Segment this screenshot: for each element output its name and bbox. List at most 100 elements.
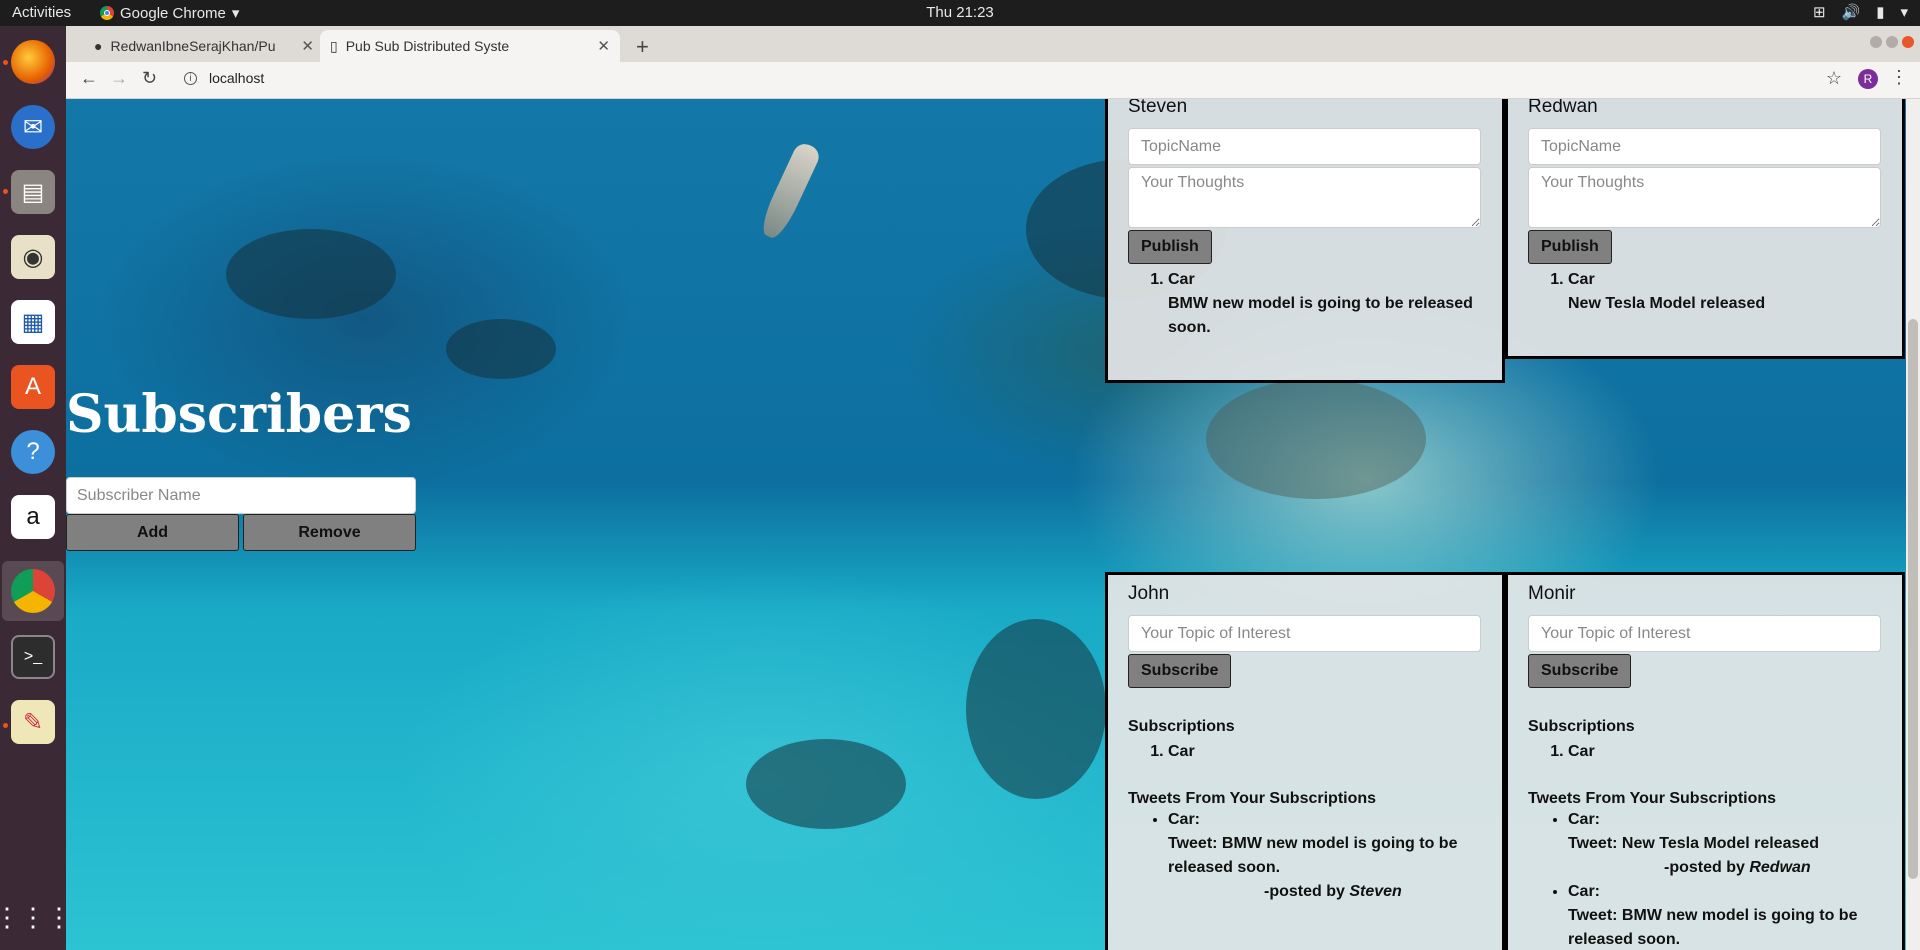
tweet-item: Car: Tweet: BMW new model is going to be… [1168, 808, 1482, 904]
close-tab-icon[interactable]: ✕ [301, 37, 314, 55]
info-icon[interactable]: i [184, 71, 197, 85]
maximize-icon[interactable] [1886, 36, 1898, 48]
files-icon[interactable]: ▤ [11, 170, 55, 214]
tweet-text: Tweet: BMW new model is going to be rele… [1168, 835, 1458, 876]
posted-by-prefix: -posted by [1264, 883, 1350, 900]
activities-button[interactable]: Activities [12, 4, 71, 21]
battery-icon[interactable]: ▮ [1876, 3, 1884, 21]
menu-kebab-icon[interactable]: ⋮ [1890, 67, 1908, 88]
page-viewport: Subscribers Add Remove Steven Publish Ca… [66, 99, 1920, 950]
help-icon[interactable]: ? [11, 430, 55, 474]
topic-name-input[interactable] [1528, 128, 1881, 165]
subscribers-title: Subscribers [66, 384, 412, 445]
tweet-text: Tweet: BMW new model is going to be rele… [1568, 907, 1858, 948]
tab-github[interactable]: ● RedwanIbneSerajKhan/Pu ✕ [84, 30, 324, 62]
background-reef [446, 319, 556, 379]
subscribe-button[interactable]: Subscribe [1128, 654, 1232, 688]
new-tab-button[interactable]: + [636, 34, 649, 60]
publisher-card-steven: Steven Publish Car BMW new model is goin… [1105, 99, 1505, 383]
list-item: Car [1568, 740, 1882, 764]
url-text: localhost [209, 70, 265, 86]
tweet-topic: Car: [1568, 811, 1601, 828]
remove-subscriber-button[interactable]: Remove [243, 514, 416, 551]
dock: ✉ ▤ ◉ ▦ A ? a >_ ✎ ⋮⋮⋮ [0, 26, 72, 950]
topic-name-input[interactable] [1128, 128, 1481, 165]
published-posts-list: Car BMW new model is going to be release… [1128, 268, 1482, 340]
browser-toolbar: ← → ↻ i localhost ☆ R ⋮ [66, 62, 1920, 99]
topic-of-interest-input[interactable] [1128, 615, 1481, 652]
tweets-heading: Tweets From Your Subscriptions [1528, 790, 1777, 807]
system-tray[interactable]: ⊞ 🔊 ▮ ▾ [1813, 3, 1908, 21]
close-window-icon[interactable] [1902, 36, 1914, 48]
thoughts-textarea[interactable] [1128, 167, 1481, 228]
subscriptions-list: Car [1528, 740, 1882, 764]
list-item: Car BMW new model is going to be release… [1168, 268, 1482, 340]
thunderbird-icon[interactable]: ✉ [11, 105, 55, 149]
bookmark-star-icon[interactable]: ☆ [1826, 68, 1842, 89]
rhythmbox-icon[interactable]: ◉ [11, 235, 55, 279]
background-reef [746, 739, 906, 829]
shipwreck-image [716, 114, 875, 273]
thoughts-textarea[interactable] [1528, 167, 1881, 228]
post-topic: Car [1168, 271, 1195, 288]
volume-icon[interactable]: 🔊 [1842, 3, 1861, 21]
publisher-card-redwan: Redwan Publish Car New Tesla Model relea… [1505, 99, 1905, 359]
tweet-author: Redwan [1749, 859, 1811, 876]
add-subscriber-button[interactable]: Add [66, 514, 239, 551]
terminal-icon[interactable]: >_ [11, 635, 55, 679]
system-menu-icon[interactable]: ▾ [1900, 3, 1908, 21]
tweets-list: Car: Tweet: BMW new model is going to be… [1128, 808, 1482, 904]
chrome-icon [100, 6, 114, 20]
page-scrollbar[interactable] [1906, 99, 1920, 950]
publish-button[interactable]: Publish [1528, 230, 1612, 264]
tweet-item: Car: Tweet: New Tesla Model released -po… [1568, 808, 1882, 880]
firefox-icon[interactable] [11, 40, 55, 84]
tweet-author-line: -posted by Steven [1168, 880, 1482, 904]
subscriber-card-john: John Subscribe Subscriptions Car Tweets … [1105, 572, 1505, 950]
address-bar[interactable]: i localhost [184, 70, 264, 86]
amazon-icon[interactable]: a [11, 495, 55, 539]
background-reef [226, 229, 396, 319]
clock[interactable]: Thu 21:23 [926, 4, 994, 21]
subscriber-card-monir: Monir Subscribe Subscriptions Car Tweets… [1505, 572, 1905, 950]
tweets-list: Car: Tweet: New Tesla Model released -po… [1528, 808, 1882, 950]
post-topic: Car [1568, 271, 1595, 288]
minimize-icon[interactable] [1870, 36, 1882, 48]
subscriber-name: Monir [1528, 583, 1576, 604]
publisher-name: Redwan [1528, 99, 1598, 117]
tweet-topic: Car: [1168, 811, 1201, 828]
github-icon: ● [94, 38, 103, 54]
subscriber-name: John [1128, 583, 1170, 604]
network-icon[interactable]: ⊞ [1813, 3, 1826, 21]
forward-icon[interactable]: → [110, 68, 128, 89]
show-apps-icon[interactable]: ⋮⋮⋮ [0, 895, 72, 939]
caret-down-icon: ▾ [231, 5, 240, 22]
tweet-topic: Car: [1568, 883, 1601, 900]
tweet-author: Steven [1349, 883, 1402, 900]
software-center-icon[interactable]: A [11, 365, 55, 409]
app-menu-label: Google Chrome [120, 4, 226, 22]
scrollbar-thumb[interactable] [1908, 319, 1918, 879]
profile-avatar[interactable]: R [1858, 69, 1878, 89]
topic-of-interest-input[interactable] [1528, 615, 1881, 652]
posted-by-prefix: -posted by [1664, 859, 1750, 876]
text-editor-icon[interactable]: ✎ [11, 700, 55, 744]
close-tab-icon[interactable]: ✕ [597, 37, 610, 55]
post-text: BMW new model is going to be released so… [1168, 295, 1473, 336]
chrome-icon[interactable] [11, 569, 55, 613]
background-reef [966, 619, 1106, 799]
back-icon[interactable]: ← [80, 68, 98, 89]
reload-icon[interactable]: ↻ [142, 68, 157, 89]
app-menu[interactable]: Google Chrome ▾ [100, 4, 239, 22]
subscribe-button[interactable]: Subscribe [1528, 654, 1632, 688]
tab-pubsub[interactable]: ▯ Pub Sub Distributed Syste ✕ [320, 30, 620, 62]
tweet-author-line: -posted by Redwan [1568, 856, 1882, 880]
publish-button[interactable]: Publish [1128, 230, 1212, 264]
list-item: Car New Tesla Model released [1568, 268, 1882, 316]
system-top-bar: Activities Google Chrome ▾ Thu 21:23 ⊞ 🔊… [0, 0, 1920, 26]
tab-strip: ● RedwanIbneSerajKhan/Pu ✕ ▯ Pub Sub Dis… [66, 26, 1920, 62]
tweet-item: Car: Tweet: BMW new model is going to be… [1568, 880, 1882, 950]
tab-title: Pub Sub Distributed Syste [345, 38, 510, 54]
writer-icon[interactable]: ▦ [11, 300, 55, 344]
subscriber-name-input[interactable] [66, 477, 416, 514]
